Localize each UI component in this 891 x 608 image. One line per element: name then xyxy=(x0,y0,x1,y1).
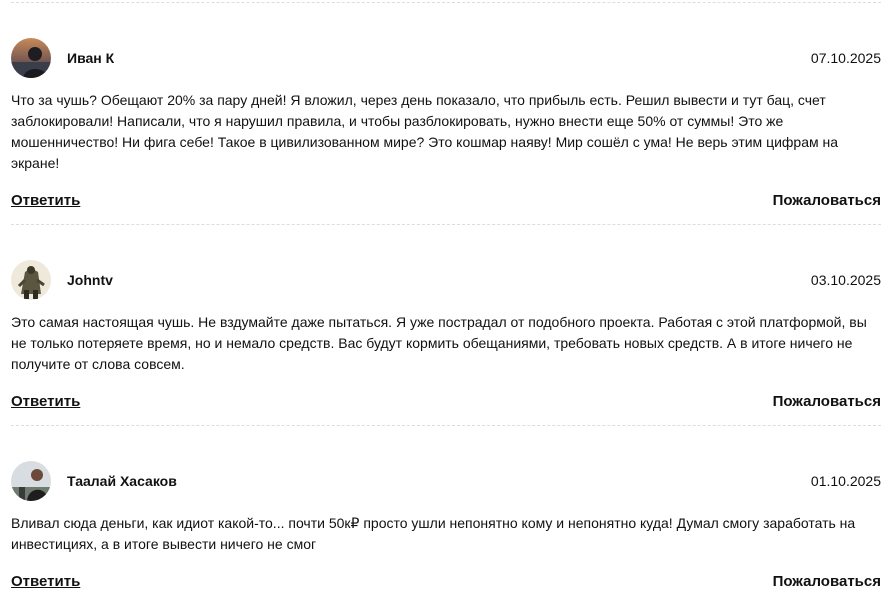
report-link[interactable]: Пожаловаться xyxy=(773,393,881,410)
comment-text: Это самая настоящая чушь. Не вздумайте д… xyxy=(11,314,867,372)
comment-header: Таалай Хасаков 01.10.2025 xyxy=(11,461,881,501)
author-name: Johntv xyxy=(67,272,113,288)
comment-actions: Ответить Пожаловаться xyxy=(11,570,881,592)
comment-date: 03.10.2025 xyxy=(810,272,881,288)
comment-text: Вливал сюда деньги, как идиот какой-то..… xyxy=(11,515,856,552)
comment-author: Таалай Хасаков xyxy=(11,461,177,501)
avatar xyxy=(11,260,51,300)
avatar xyxy=(11,461,51,501)
comment-header: Иван К 07.10.2025 xyxy=(11,38,881,78)
comment-text: Что за чушь? Обещают 20% за пару дней! Я… xyxy=(11,92,839,171)
avatar xyxy=(11,38,51,78)
comment-actions: Ответить Пожаловаться xyxy=(11,390,881,412)
comment-author: Johntv xyxy=(11,260,113,300)
comment-divider xyxy=(11,425,881,426)
comment-header: Johntv 03.10.2025 xyxy=(11,260,881,300)
comment-actions: Ответить Пожаловаться xyxy=(11,189,881,211)
reply-link[interactable]: Ответить xyxy=(11,393,80,410)
comment-item: Johntv 03.10.2025 Это самая настоящая чу… xyxy=(11,260,881,412)
report-link[interactable]: Пожаловаться xyxy=(773,573,881,590)
comment-date: 07.10.2025 xyxy=(810,50,881,66)
comment-divider xyxy=(11,2,881,3)
report-link[interactable]: Пожаловаться xyxy=(773,192,881,209)
reply-link[interactable]: Ответить xyxy=(11,573,80,590)
comment-date: 01.10.2025 xyxy=(810,473,881,489)
comment-item: Иван К 07.10.2025 Что за чушь? Обещают 2… xyxy=(11,38,881,211)
comment-divider xyxy=(11,224,881,225)
author-name: Иван К xyxy=(67,50,115,66)
comment-author: Иван К xyxy=(11,38,114,78)
comment-item: Таалай Хасаков 01.10.2025 Вливал сюда де… xyxy=(11,461,881,592)
comments-list: Иван К 07.10.2025 Что за чушь? Обещают 2… xyxy=(11,0,881,592)
reply-link[interactable]: Ответить xyxy=(11,192,80,209)
author-name: Таалай Хасаков xyxy=(67,473,177,489)
